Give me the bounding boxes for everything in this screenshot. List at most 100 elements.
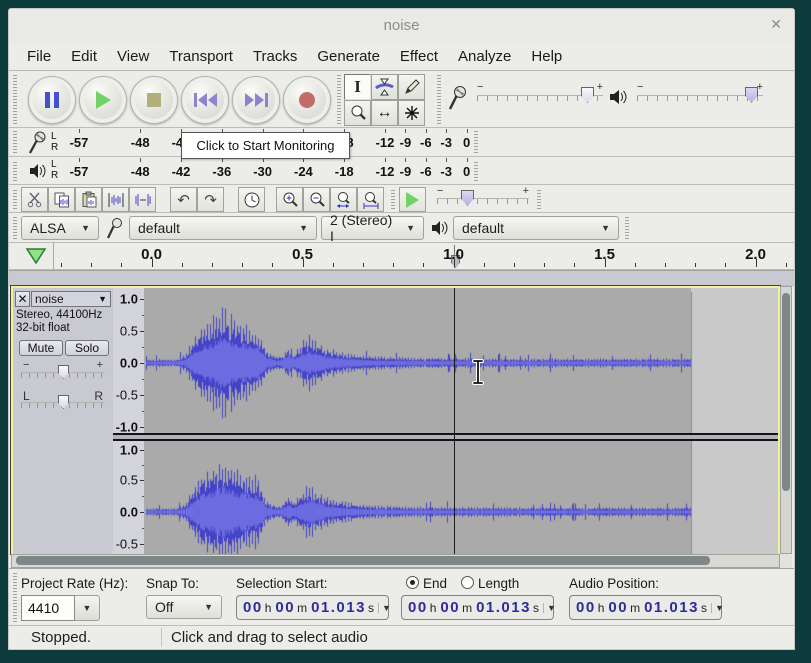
redo-button[interactable]: ↷ [197,187,224,212]
minutes-unit: m [297,601,307,615]
toolbar-gripper[interactable] [474,131,478,153]
paste-button[interactable] [75,187,102,212]
timeshift-tool-button[interactable]: ↔ [371,100,398,126]
snap-to-combo[interactable]: Off▼ [146,595,222,619]
snap-to-value: Off [155,599,173,615]
envelope-tool-button[interactable] [371,74,398,100]
timeline-ruler[interactable]: 0.00.51.01.52.0 [9,243,794,270]
trim-audio-button[interactable] [102,187,129,212]
recording-channels-combo[interactable]: 2 (Stereo) I▼ [321,216,424,240]
skip-to-end-button[interactable] [232,76,280,124]
toolbar-gripper[interactable] [13,131,17,153]
playback-volume-slider[interactable]: − + [637,84,763,102]
timefield-dropdown-arrow[interactable]: ▼ [543,603,556,613]
toolbar-gripper[interactable] [474,160,478,181]
radio-end[interactable] [406,576,419,589]
play-at-speed-button[interactable] [399,187,426,212]
silence-audio-button[interactable] [129,187,156,212]
record-button[interactable] [283,76,331,124]
radio-length[interactable] [461,576,474,589]
scrub-strip[interactable] [9,270,794,286]
playback-meter[interactable]: L R -57-48-42-36-30-24-18-12-9-6-30 [9,157,794,185]
play-at-speed-icon [406,192,419,208]
menu-transport[interactable]: Transport [159,48,243,65]
menu-view[interactable]: View [107,48,159,65]
zoom-tool-button[interactable] [344,100,371,126]
close-button[interactable]: ✕ [770,16,782,33]
length-radio-label[interactable]: Length [478,576,519,591]
playback-device-combo[interactable]: default▼ [453,216,619,240]
toolbar-gripper[interactable] [13,572,17,622]
waveform-channel-right[interactable] [144,441,780,554]
record-volume-slider[interactable]: − + [477,84,603,102]
waveform-channel-left[interactable] [144,292,780,433]
skip-to-end-icon [245,93,268,107]
end-radio-label[interactable]: End [423,576,447,591]
menu-effect[interactable]: Effect [390,48,448,65]
toolbar-gripper[interactable] [391,188,395,209]
recording-device-combo[interactable]: default▼ [129,216,317,240]
menu-generate[interactable]: Generate [307,48,390,65]
timefield-dropdown-arrow[interactable]: ▼ [378,603,391,613]
chevron-down-icon[interactable]: ▼ [75,595,100,621]
toolbar-gripper[interactable] [13,74,17,124]
skip-to-start-button[interactable] [181,76,229,124]
toolbar-gripper[interactable] [337,74,341,124]
fit-selection-button[interactable] [330,187,357,212]
draw-tool-button[interactable] [398,74,425,100]
selection-end-field[interactable]: 00h 00m 01.013s ▼ [401,595,554,620]
channel-divider[interactable] [113,433,778,441]
timeline-triangle-icon [25,247,47,265]
gain-slider[interactable]: − + [21,362,105,378]
meter-scale-label: -9 [400,135,412,150]
menu-analyze[interactable]: Analyze [448,48,521,65]
gain-min-label: − [23,359,29,371]
solo-button[interactable]: Solo [65,340,109,356]
vertical-scrollbar-thumb[interactable] [782,293,790,491]
selection-start-field[interactable]: 00h 00m 01.013s ▼ [236,595,389,620]
track-control-panel[interactable]: ✕ noise▼ Stereo, 44100Hz 32-bit float Mu… [13,288,114,554]
recording-meter[interactable]: L R -57-48-42-36-30-24-18-12-9-6-30 [9,128,794,157]
trim-icon [107,192,125,208]
zoom-out-button[interactable] [303,187,330,212]
selection-tool-button[interactable]: I [344,74,371,100]
vertical-ruler[interactable]: 1.00.50.0-0.5-1.01.00.50.0-0.5 [113,288,145,554]
titlebar[interactable]: noise ✕ [9,9,794,44]
toolbar-gripper[interactable] [625,216,629,239]
fit-project-button[interactable] [357,187,384,212]
multi-tool-button[interactable] [398,100,425,126]
menu-help[interactable]: Help [521,48,572,65]
stop-button[interactable] [130,76,178,124]
toolbar-gripper[interactable] [537,188,541,209]
toolbar-gripper[interactable] [437,74,441,124]
project-rate-combo[interactable]: 4410 ▼ [21,595,100,621]
track-name-menu[interactable]: noise▼ [31,291,111,307]
cut-button[interactable] [21,187,48,212]
track-close-button[interactable]: ✕ [15,291,30,307]
gain-max-label: + [97,359,103,371]
copy-button[interactable] [48,187,75,212]
pause-button[interactable] [28,76,76,124]
play-speed-slider[interactable]: − + [437,188,529,204]
horizontal-scrollbar[interactable] [11,554,780,568]
toolbar-gripper[interactable] [13,216,17,239]
undo-button[interactable]: ↶ [170,187,197,212]
toolbar-gripper[interactable] [13,160,17,181]
play-button[interactable] [79,76,127,124]
menu-edit[interactable]: Edit [61,48,107,65]
sync-lock-clock-button[interactable] [238,187,265,212]
menu-tracks[interactable]: Tracks [243,48,307,65]
project-rate-value[interactable]: 4410 [21,595,75,621]
vertical-scrollbar[interactable] [780,286,792,554]
audio-position-field[interactable]: 00h 00m 01.013s ▼ [569,595,722,620]
seconds-digits: 01.013 [311,599,366,616]
mute-button[interactable]: Mute [19,340,63,356]
timeline-pin-box[interactable] [19,243,54,269]
toolbar-gripper[interactable] [13,188,17,209]
audio-host-combo[interactable]: ALSA▼ [21,216,99,240]
menu-file[interactable]: File [17,48,61,65]
zoom-in-button[interactable] [276,187,303,212]
horizontal-scrollbar-thumb[interactable] [16,556,710,565]
pan-slider[interactable]: L R [21,392,105,408]
timefield-dropdown-arrow[interactable]: ▼ [711,603,724,613]
